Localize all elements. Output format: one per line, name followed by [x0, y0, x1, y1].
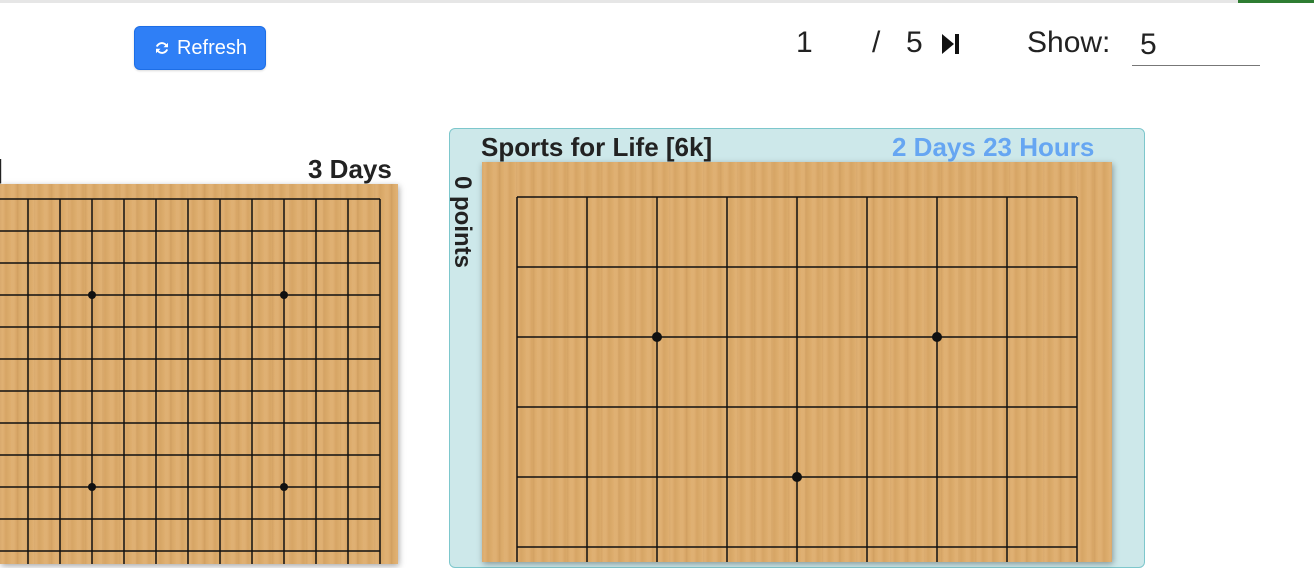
star-point	[652, 332, 662, 342]
top-border	[0, 0, 1314, 3]
left-game-player: ]	[0, 154, 3, 185]
left-game-time-left: 3 Days	[308, 154, 392, 184]
right-game-points: 0 points	[449, 176, 476, 269]
star-point	[88, 483, 96, 491]
left-game-board[interactable]	[0, 184, 398, 564]
left-board-grid	[0, 198, 381, 564]
page-separator: /	[872, 26, 881, 59]
top-accent-bar	[1238, 0, 1314, 3]
right-game-player: Sports for Life [6k]	[481, 132, 713, 162]
refresh-icon	[153, 39, 171, 57]
right-game-time-left: 2 Days 23 Hours	[892, 132, 1095, 162]
refresh-button[interactable]: Refresh	[134, 26, 266, 70]
star-point	[88, 291, 96, 299]
current-page[interactable]: 1	[796, 26, 813, 62]
star-point	[792, 472, 802, 482]
show-count-input[interactable]	[1132, 24, 1260, 66]
skip-to-end-icon[interactable]	[938, 32, 962, 56]
refresh-label: Refresh	[176, 36, 248, 59]
right-game-board[interactable]	[482, 162, 1112, 562]
right-board-grid	[516, 196, 1078, 562]
star-point	[280, 483, 288, 491]
star-point	[932, 332, 942, 342]
star-point	[280, 291, 288, 299]
total-pages: 5	[906, 26, 923, 59]
show-label: Show:	[1027, 26, 1111, 59]
